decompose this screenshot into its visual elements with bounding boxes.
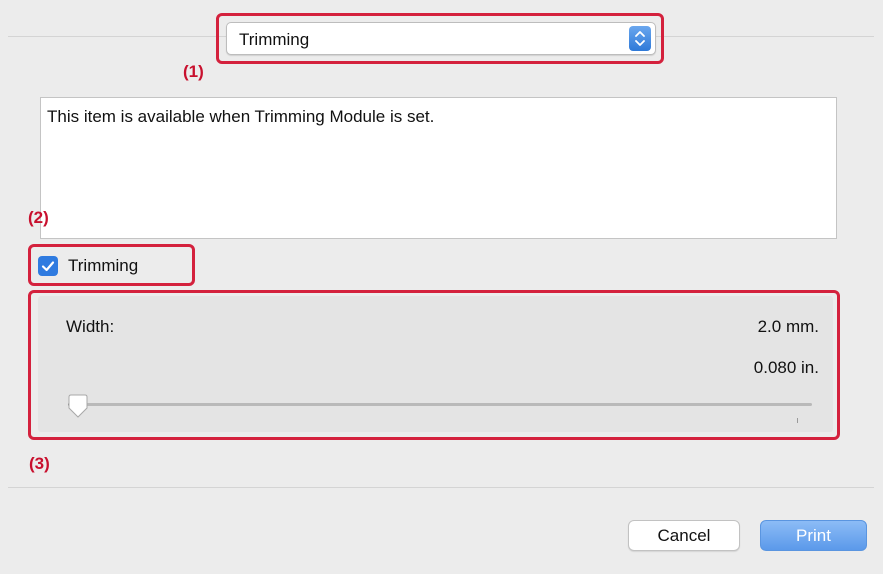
callout-1-label: (1) bbox=[183, 62, 204, 81]
callout-3-label: (3) bbox=[29, 454, 50, 473]
bottom-divider bbox=[8, 487, 874, 488]
cancel-button[interactable]: Cancel bbox=[628, 520, 740, 551]
checkmark-icon bbox=[41, 261, 55, 272]
callout-1-frame bbox=[216, 13, 664, 64]
width-slider[interactable] bbox=[68, 403, 812, 406]
trimming-checkbox-label[interactable]: Trimming bbox=[68, 256, 138, 276]
description-box: This item is available when Trimming Mod… bbox=[40, 97, 837, 239]
width-slider-thumb[interactable] bbox=[65, 393, 91, 423]
width-value-mm: 2.0 mm. bbox=[757, 317, 819, 336]
description-text: This item is available when Trimming Mod… bbox=[47, 107, 435, 126]
callout-3-frame bbox=[28, 290, 840, 440]
print-button[interactable]: Print bbox=[760, 520, 867, 551]
slider-tick-right bbox=[797, 418, 798, 423]
trimming-checkbox[interactable] bbox=[38, 256, 58, 276]
width-label: Width: bbox=[66, 317, 115, 336]
callout-2-label: (2) bbox=[28, 208, 49, 227]
width-value-in: 0.080 in. bbox=[753, 358, 819, 377]
